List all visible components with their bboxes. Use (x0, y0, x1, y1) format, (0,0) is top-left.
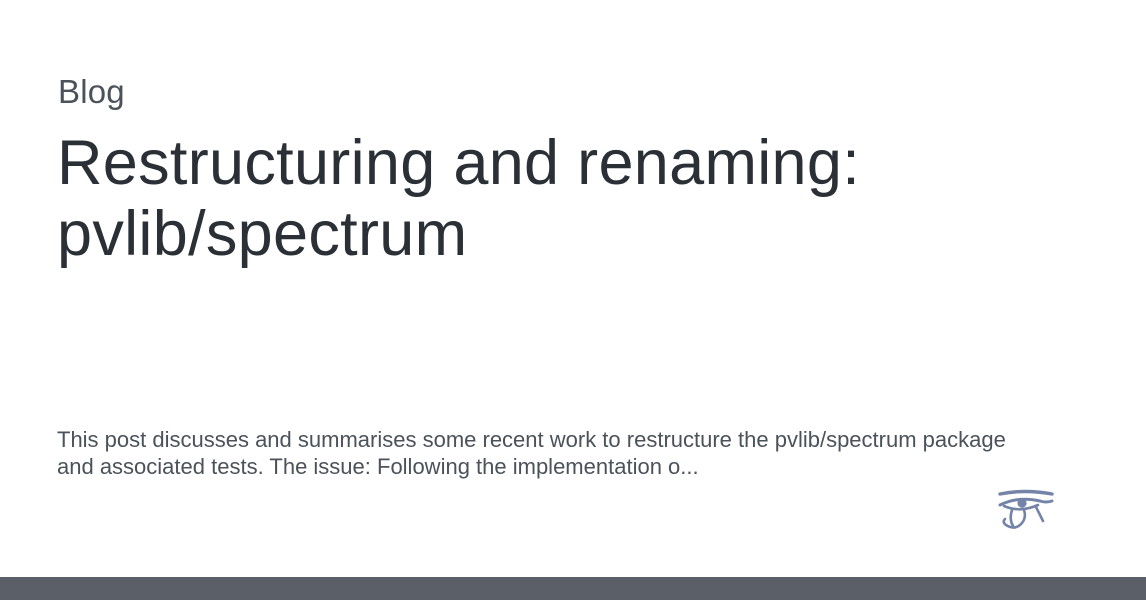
preview-card: Blog Restructuring and renaming: pvlib/s… (0, 0, 1146, 577)
post-excerpt: This post discusses and summarises some … (57, 427, 1006, 479)
post-title: Restructuring and renaming: pvlib/spectr… (57, 128, 861, 269)
bottom-bar (0, 577, 1146, 600)
section-label: Blog (58, 73, 125, 110)
eye-of-horus-icon (994, 488, 1056, 532)
